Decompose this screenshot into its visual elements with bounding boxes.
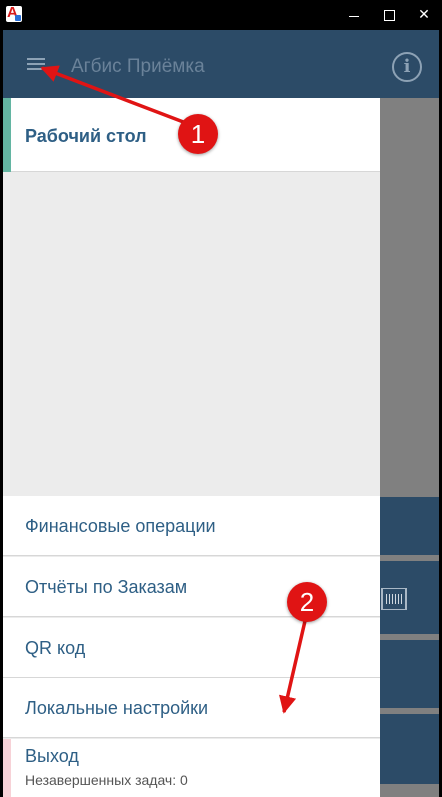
close-icon[interactable] xyxy=(407,0,441,30)
maximize-icon[interactable] xyxy=(372,0,406,30)
dashboard-tile[interactable] xyxy=(379,561,439,634)
dashboard-tile[interactable] xyxy=(379,640,439,708)
dashboard-tile[interactable] xyxy=(379,497,439,555)
annotation-marker: 2 xyxy=(287,582,327,622)
minimize-icon[interactable] xyxy=(337,0,371,30)
nav-item-label: Отчёты по Заказам xyxy=(25,577,188,597)
nav-item-label: Локальные настройки xyxy=(25,698,209,718)
hamburger-icon[interactable] xyxy=(27,58,47,72)
app-logo-icon: A xyxy=(6,5,22,22)
pending-tasks-count: Незавершенных задач: 0 xyxy=(25,772,188,788)
nav-item-qr-code[interactable]: QR код xyxy=(3,618,380,678)
dashboard-tile[interactable] xyxy=(379,714,439,784)
nav-item-finance[interactable]: Финансовые операции xyxy=(3,496,380,556)
nav-item-label: QR код xyxy=(25,638,86,658)
barcode-scan-icon xyxy=(381,588,407,610)
nav-item-exit[interactable]: Выход Незавершенных задач: 0 xyxy=(3,739,380,797)
info-icon[interactable]: i xyxy=(392,52,422,82)
app-window: Агбис Приёмка i Рабочий стол Финансовые … xyxy=(3,30,439,797)
active-indicator xyxy=(3,98,11,172)
nav-item-label: Финансовые операции xyxy=(25,516,216,536)
nav-item-local-settings[interactable]: Локальные настройки xyxy=(3,678,380,738)
navigation-drawer: Рабочий стол Финансовые операции Отчёты … xyxy=(3,98,380,797)
app-bar: Агбис Приёмка i xyxy=(3,30,439,98)
nav-item-label: Выход xyxy=(25,746,79,766)
annotation-marker: 1 xyxy=(178,114,218,154)
window-titlebar: A xyxy=(0,0,442,30)
nav-item-label: Рабочий стол xyxy=(25,126,147,146)
app-title: Агбис Приёмка xyxy=(71,56,205,77)
exit-indicator xyxy=(3,739,11,797)
